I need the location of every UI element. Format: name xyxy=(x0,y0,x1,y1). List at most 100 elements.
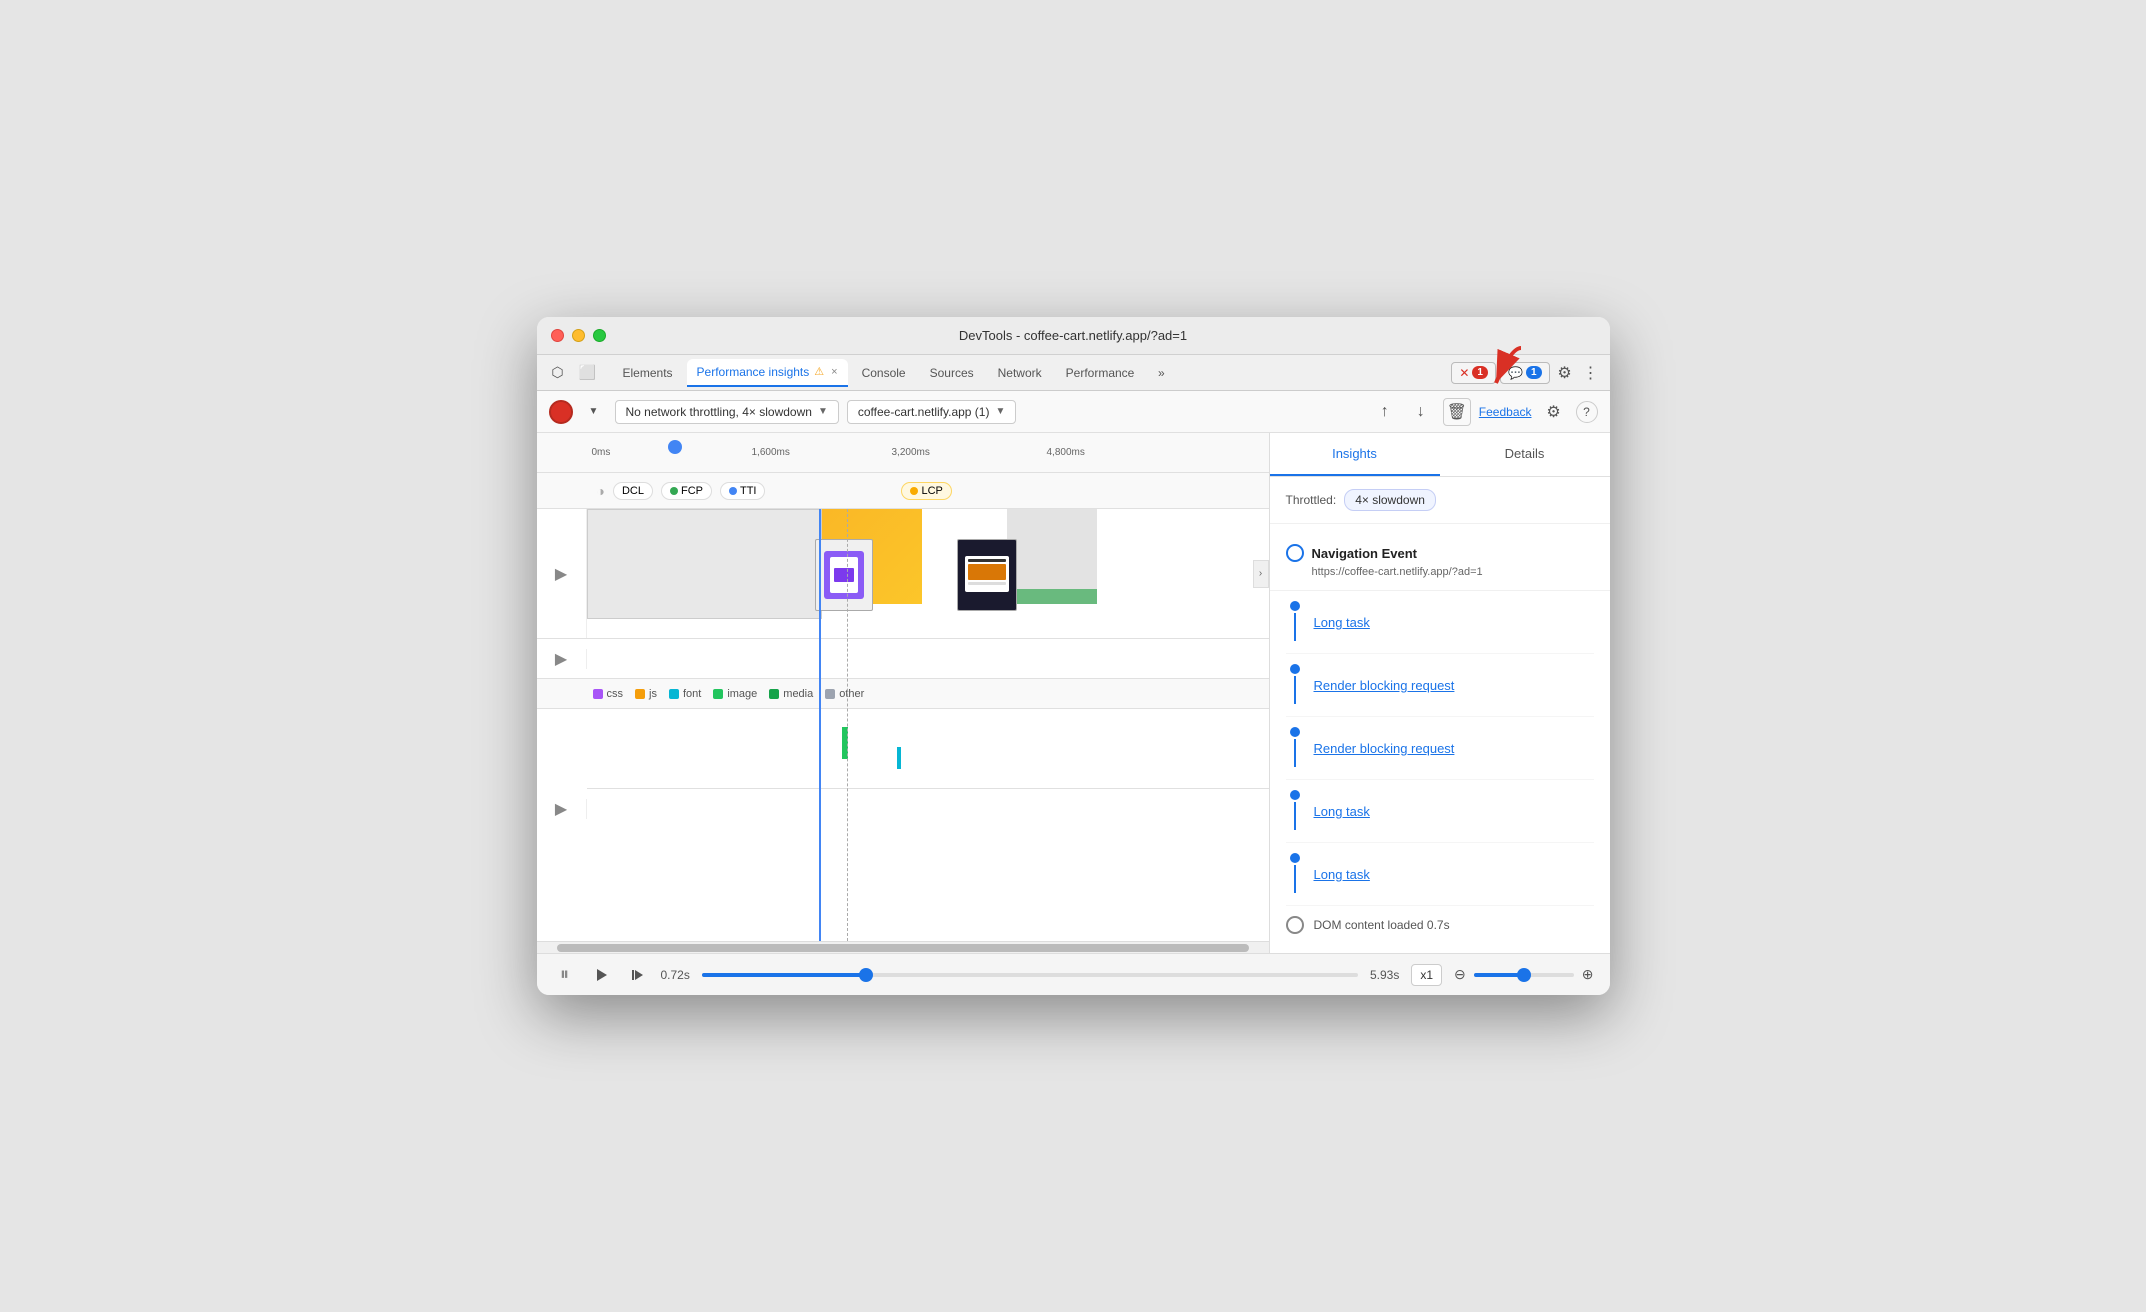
settings-icon[interactable]: ⚙ xyxy=(1554,362,1576,384)
tab-sources[interactable]: Sources xyxy=(920,359,984,387)
insight-connector-4 xyxy=(1294,802,1296,830)
frame-screen-white xyxy=(830,557,858,593)
more-tabs-icon[interactable]: » xyxy=(1148,360,1174,386)
nav-event-title: Navigation Event xyxy=(1312,546,1417,561)
help-icon[interactable]: ? xyxy=(1576,401,1598,423)
play-button[interactable] xyxy=(589,963,613,987)
tti-badge: TTI xyxy=(720,482,766,500)
zoom-in-button[interactable]: ⊕ xyxy=(1582,966,1594,983)
zoom-out-button[interactable]: ⊖ xyxy=(1454,966,1466,983)
throttling-arrow-icon: ▼ xyxy=(818,406,828,417)
expand-left-icon: ▶ xyxy=(555,564,567,584)
legend-media-box xyxy=(769,689,779,699)
zoom-thumb[interactable] xyxy=(1517,968,1531,982)
maximize-button[interactable] xyxy=(593,329,606,342)
skip-start-button[interactable] xyxy=(625,963,649,987)
record-button[interactable] xyxy=(549,400,573,424)
insights-tabs: Insights Details xyxy=(1270,433,1610,477)
dom-content-loaded-event: DOM content loaded 0.7s xyxy=(1286,906,1594,944)
cursor-head xyxy=(667,439,683,460)
timeline-panel: 0ms 1,600ms 3,200ms 4,800ms ◑ DCL xyxy=(537,433,1270,953)
tab-console[interactable]: Console xyxy=(852,359,916,387)
toolbar-right: ↑ ↓ 🗑 Feedback ⚙ ? xyxy=(1371,398,1598,426)
tab-warning-icon: ⚠ xyxy=(814,365,824,378)
row-3-expand[interactable]: ▶ xyxy=(537,799,587,819)
insight-link-2[interactable]: Render blocking request xyxy=(1314,678,1455,693)
tab-performance-insights[interactable]: Performance insights ⚠ × xyxy=(687,359,848,387)
cursor-line xyxy=(819,509,821,941)
titlebar: DevTools - coffee-cart.netlify.app/?ad=1 xyxy=(537,317,1610,355)
insight-link-1[interactable]: Long task xyxy=(1314,615,1370,630)
throttling-dropdown[interactable]: No network throttling, 4× slowdown ▼ xyxy=(615,400,839,424)
error-icon: ✕ xyxy=(1459,366,1469,380)
expand-row-3: ▶ xyxy=(537,789,1269,829)
green-state-bar xyxy=(1007,589,1097,604)
tab-details[interactable]: Details xyxy=(1440,433,1610,476)
row-2-expand[interactable]: ▶ xyxy=(537,649,587,669)
scrollbar-thumb xyxy=(557,944,1249,952)
domain-dropdown[interactable]: coffee-cart.netlify.app (1) ▼ xyxy=(847,400,1017,424)
legend-media: media xyxy=(769,688,813,700)
timeline-scrollbar[interactable] xyxy=(537,941,1269,953)
main-filmstrip-row: ▶ xyxy=(537,509,1269,639)
settings-gear-icon[interactable]: ⚙ xyxy=(1540,398,1568,426)
play-icon xyxy=(594,968,608,982)
expand-right-icon[interactable]: › xyxy=(1253,560,1269,588)
network-entries-area xyxy=(587,709,1269,789)
cursor-icon[interactable]: ⬡ xyxy=(545,360,571,386)
toolbar: ▼ No network throttling, 4× slowdown ▼ c… xyxy=(537,391,1610,433)
legend-other: other xyxy=(825,688,864,700)
filmstrip-network-area: ▶ xyxy=(537,509,1269,941)
device-icon[interactable]: ⬜ xyxy=(575,360,601,386)
frame-line-2 xyxy=(968,582,1006,585)
minimize-button[interactable] xyxy=(572,329,585,342)
frame-thumb-1 xyxy=(815,539,873,611)
message-count: 1 xyxy=(1526,366,1542,379)
error-badge-button[interactable]: ✕ 1 xyxy=(1451,362,1496,384)
zoom-track[interactable] xyxy=(1474,973,1574,977)
insight-line-3 xyxy=(1286,727,1304,769)
speed-button[interactable]: x1 xyxy=(1411,964,1442,986)
end-time: 5.93s xyxy=(1370,968,1399,982)
tabbar-actions: ✕ 1 💬 1 ⚙ ⋮ xyxy=(1451,362,1601,384)
insight-item-4: Long task xyxy=(1286,780,1594,843)
tab-elements[interactable]: Elements xyxy=(613,359,683,387)
seek-track[interactable] xyxy=(702,973,1358,977)
devtools-window: DevTools - coffee-cart.netlify.app/?ad=1… xyxy=(537,317,1610,995)
download-icon[interactable]: ↓ xyxy=(1407,398,1435,426)
insight-link-4[interactable]: Long task xyxy=(1314,804,1370,819)
tab-performance[interactable]: Performance xyxy=(1056,359,1145,387)
insight-link-3[interactable]: Render blocking request xyxy=(1314,741,1455,756)
feedback-link[interactable]: Feedback xyxy=(1479,405,1532,419)
delete-icon[interactable]: 🗑 xyxy=(1443,398,1471,426)
upload-icon[interactable]: ↑ xyxy=(1371,398,1399,426)
close-button[interactable] xyxy=(551,329,564,342)
lcp-badge: LCP xyxy=(901,482,951,500)
time-4800ms: 4,800ms xyxy=(1047,447,1085,458)
insight-link-5[interactable]: Long task xyxy=(1314,867,1370,882)
record-status-icon[interactable]: ⏸ xyxy=(553,963,577,987)
playbar: ⏸ 0.72s 5.93s x1 ⊖ ⊕ xyxy=(537,953,1610,995)
legend-row: css js font image xyxy=(537,679,1269,709)
start-time: 0.72s xyxy=(661,968,690,982)
insight-line-1 xyxy=(1286,601,1304,643)
message-badge-button[interactable]: 💬 1 xyxy=(1500,362,1550,384)
legend-image-label: image xyxy=(727,688,757,700)
time-0ms: 0ms xyxy=(592,447,611,458)
seek-thumb[interactable] xyxy=(859,968,873,982)
nav-event-url: https://coffee-cart.netlify.app/?ad=1 xyxy=(1312,566,1594,578)
throttle-label: Throttled: xyxy=(1286,493,1337,507)
legend-media-label: media xyxy=(783,688,813,700)
row-expand-left[interactable]: ▶ xyxy=(537,509,587,638)
time-1600ms: 1,600ms xyxy=(752,447,790,458)
tab-close-icon[interactable]: × xyxy=(831,366,837,378)
dom-event-text: DOM content loaded 0.7s xyxy=(1314,918,1450,932)
tab-network[interactable]: Network xyxy=(988,359,1052,387)
record-dropdown-arrow[interactable]: ▼ xyxy=(581,399,607,425)
legend-image-box xyxy=(713,689,723,699)
insight-connector-3 xyxy=(1294,739,1296,767)
tab-insights[interactable]: Insights xyxy=(1270,433,1440,476)
more-options-icon[interactable]: ⋮ xyxy=(1580,362,1602,384)
legend-js: js xyxy=(635,688,657,700)
throttle-badge: 4× slowdown xyxy=(1344,489,1436,511)
